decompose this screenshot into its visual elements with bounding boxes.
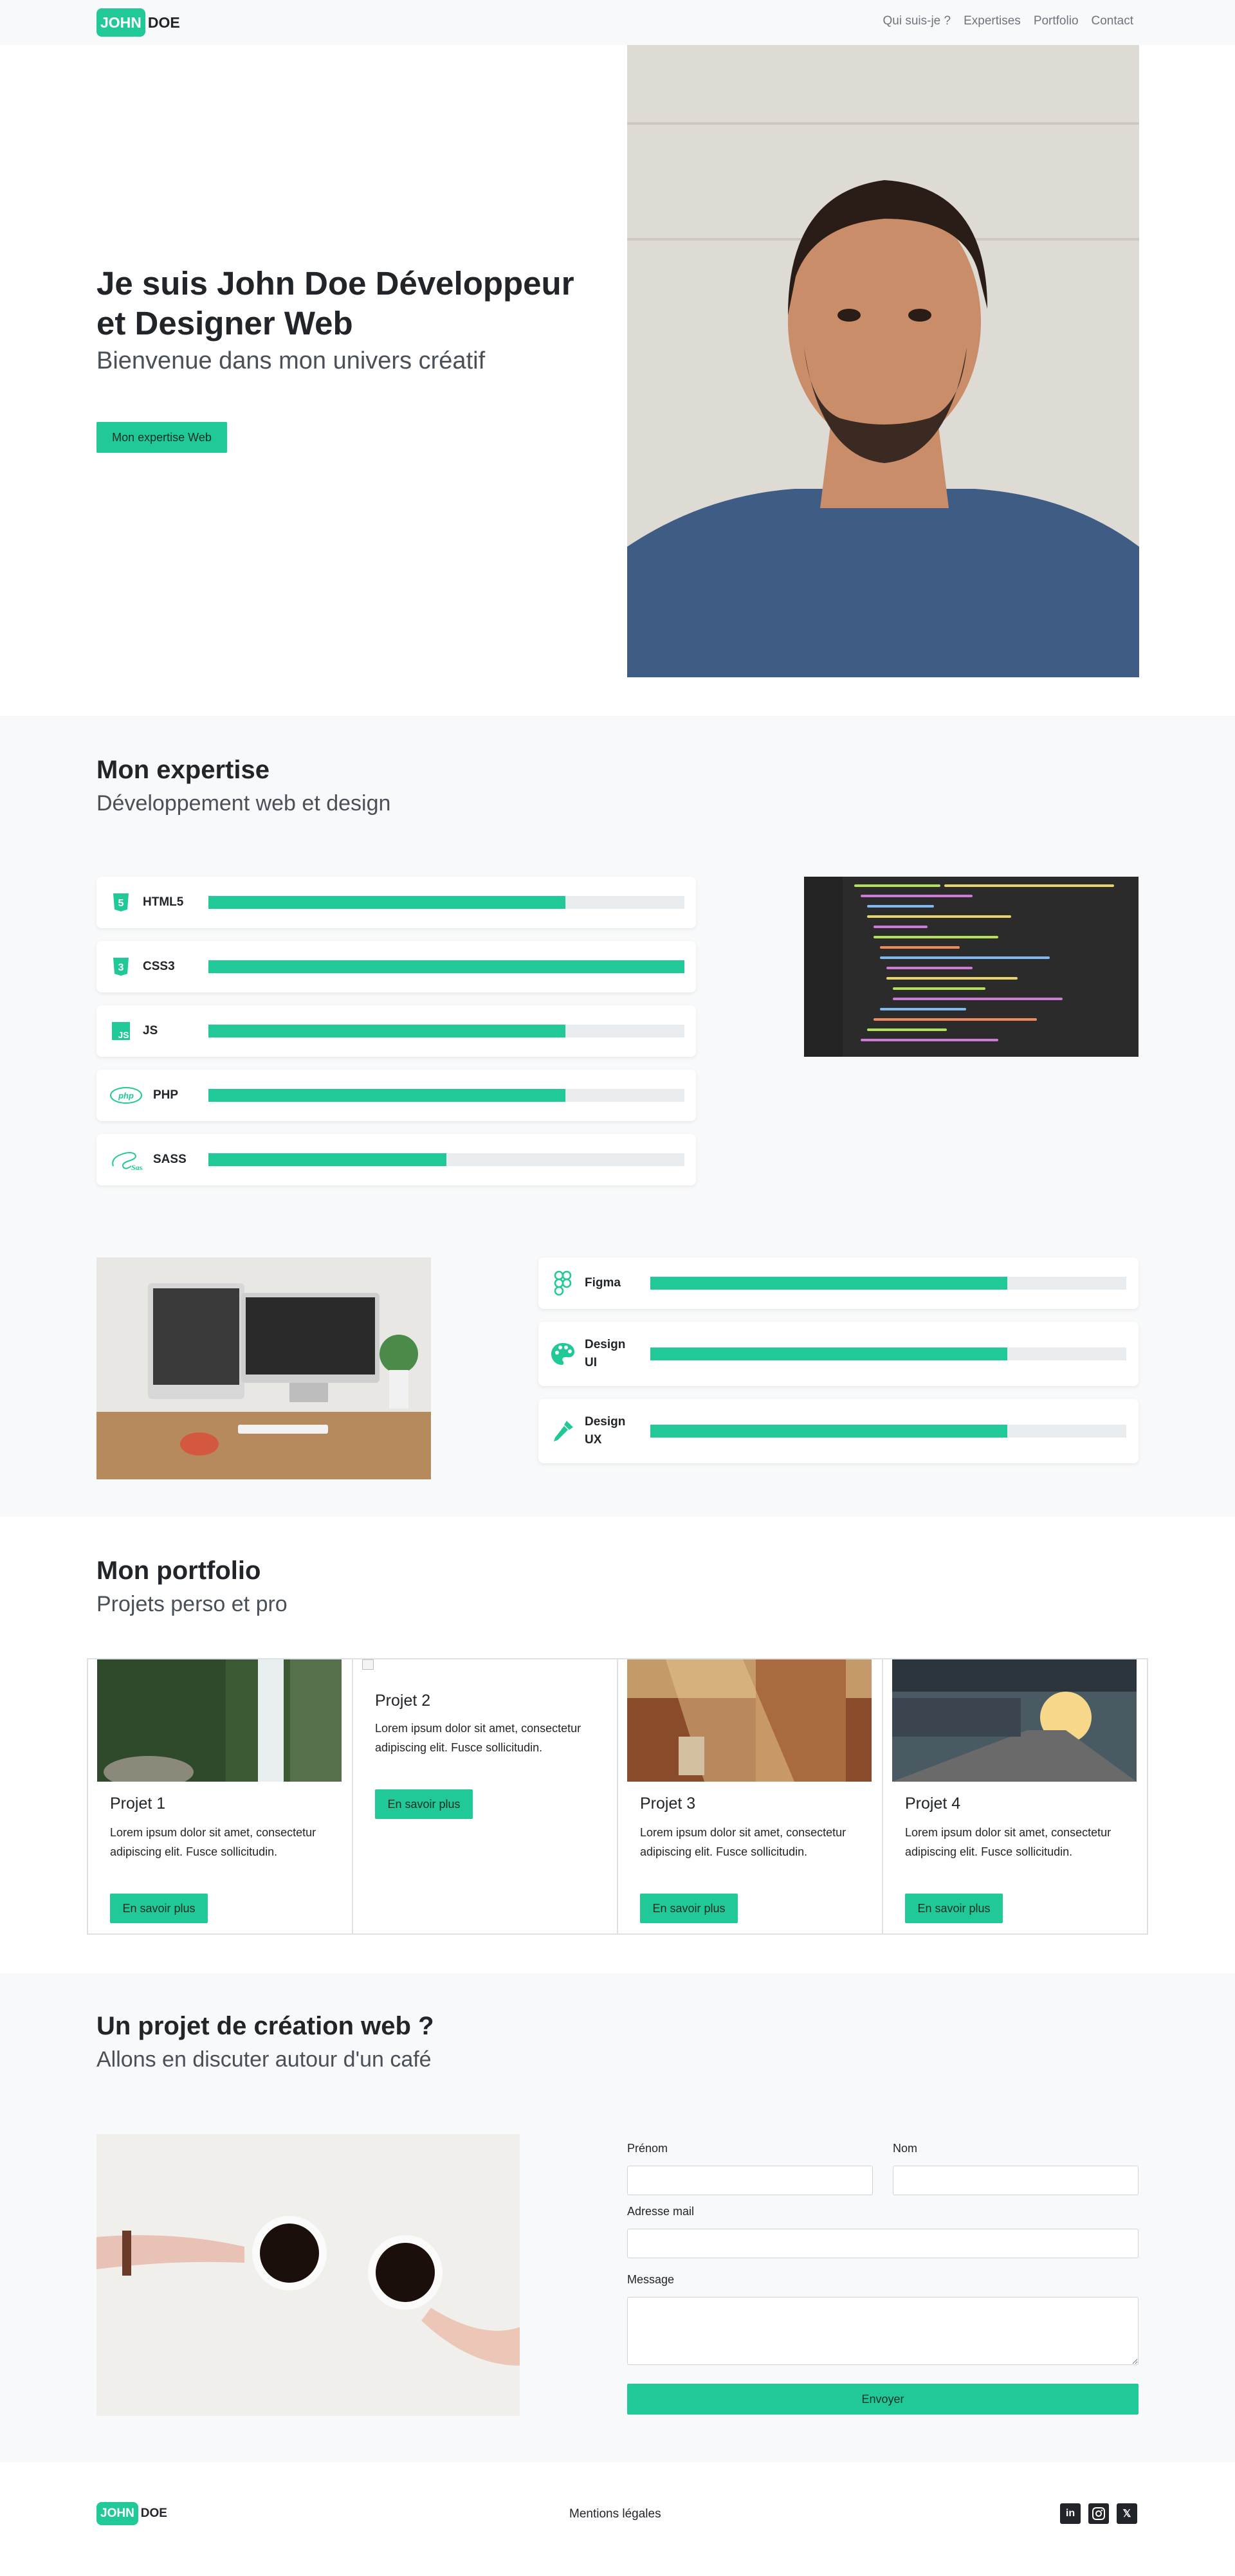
project-card-1: Projet 1 Lorem ipsum dolor sit amet, con… [87, 1658, 353, 1935]
message-field[interactable] [627, 2297, 1139, 2365]
project-title: Projet 1 [110, 1795, 166, 1813]
project-more-button[interactable]: En savoir plus [640, 1894, 738, 1923]
logo-last: DOE [140, 2507, 167, 2520]
send-button[interactable]: Envoyer [627, 2384, 1139, 2415]
skill-name: JS [143, 1024, 158, 1037]
message-label: Message [627, 2273, 675, 2286]
skill-name: CSS3 [143, 960, 175, 973]
logo-first: JOHN [96, 2502, 138, 2525]
expertise-section: Mon expertise Développement web et desig… [0, 716, 1235, 1517]
skill-card-css3: 3 CSS3 [96, 941, 696, 992]
linkedin-icon[interactable]: in [1060, 2503, 1081, 2524]
footer-logo[interactable]: JOHN DOE [96, 2502, 167, 2525]
skill-name: Design UI [585, 1338, 626, 1369]
skill-card-design-ux: Design UX [538, 1399, 1139, 1463]
email-field[interactable] [627, 2229, 1139, 2258]
project-card-4: Projet 4 Lorem ipsum dolor sit amet, con… [882, 1658, 1148, 1935]
skill-card-html5: 5 HTML5 [96, 877, 696, 928]
skill-name: Figma [585, 1276, 621, 1290]
logo-first: JOHN [96, 8, 145, 37]
svg-text:php: php [118, 1091, 134, 1101]
skill-progress-bar [208, 896, 684, 909]
project-more-button[interactable]: En savoir plus [905, 1894, 1003, 1923]
first-name-field[interactable] [627, 2166, 873, 2195]
project-title: Projet 4 [905, 1795, 961, 1813]
project-description: Lorem ipsum dolor sit amet, consectetur … [110, 1826, 316, 1858]
svg-text:5: 5 [118, 898, 124, 909]
palette-icon [550, 1341, 576, 1367]
skill-card-figma: Figma [538, 1257, 1139, 1309]
project-title: Projet 3 [640, 1795, 696, 1813]
skill-progress-bar [208, 1025, 684, 1037]
skill-card-php: php PHP [96, 1070, 696, 1121]
skill-card-sass: Sass SASS [96, 1134, 696, 1185]
nav-item-expertises[interactable]: Expertises [964, 14, 1021, 28]
svg-text:JS: JS [118, 1030, 129, 1040]
sass-icon: Sass [108, 1147, 144, 1173]
skill-name: SASS [153, 1153, 187, 1166]
portfolio-title: Mon portfolio [96, 1557, 261, 1585]
project-card-2: Projet 2 Lorem ipsum dolor sit amet, con… [352, 1658, 618, 1935]
skill-progress-bar [208, 1153, 684, 1166]
contact-section: Un projet de création web ? Allons en di… [0, 1973, 1235, 2462]
nav-item-contact[interactable]: Contact [1092, 14, 1133, 28]
css3-icon: 3 [108, 954, 134, 980]
contact-subtitle: Allons en discuter autour d'un café [96, 2047, 432, 2072]
hero-expertise-button[interactable]: Mon expertise Web [96, 422, 227, 453]
email-label: Adresse mail [627, 2205, 695, 2218]
svg-text:3: 3 [118, 962, 124, 973]
project-description: Lorem ipsum dolor sit amet, consectetur … [905, 1826, 1112, 1858]
skill-progress-bar [650, 1425, 1126, 1438]
contact-title: Un projet de création web ? [96, 2012, 434, 2040]
project-card-3: Projet 3 Lorem ipsum dolor sit amet, con… [617, 1658, 883, 1935]
sunlit-room-image [627, 1659, 872, 1782]
logo[interactable]: JOHN DOE [96, 8, 180, 37]
project-description: Lorem ipsum dolor sit amet, consectetur … [375, 1722, 581, 1754]
first-name-label: Prénom [627, 2142, 668, 2155]
skill-progress-bar [650, 1277, 1126, 1290]
skill-progress-bar [208, 960, 684, 973]
svg-text:Sass: Sass [131, 1163, 143, 1172]
portfolio-subtitle: Projets perso et pro [96, 1592, 288, 1616]
project-title: Projet 2 [375, 1692, 431, 1710]
skill-progress-bar [208, 1089, 684, 1102]
nav-item-about[interactable]: Qui suis-je ? [883, 14, 951, 28]
x-icon[interactable]: 𝕏 [1117, 2503, 1137, 2524]
js-icon: JS [108, 1018, 134, 1044]
skill-card-design-ui: Design UI [538, 1322, 1139, 1386]
code-editor-image [804, 877, 1139, 1057]
nav-item-portfolio[interactable]: Portfolio [1034, 14, 1079, 28]
waterfall-image [97, 1659, 342, 1788]
hero-portrait-photo [627, 45, 1139, 677]
instagram-icon[interactable] [1088, 2503, 1109, 2524]
expertise-subtitle: Développement web et design [96, 791, 391, 816]
php-icon: php [108, 1082, 144, 1108]
hero-subtitle: Bienvenue dans mon univers créatif [96, 347, 486, 374]
navbar: JOHN DOE Qui suis-je ? Expertises Portfo… [0, 0, 1235, 45]
skill-name: HTML5 [143, 895, 184, 909]
skill-progress-bar [650, 1347, 1126, 1360]
train-station-image [892, 1659, 1137, 1782]
skill-name: Design UX [585, 1415, 626, 1447]
desk-workspace-image [96, 1257, 431, 1479]
figma-icon [550, 1270, 576, 1296]
pipette-icon [550, 1418, 576, 1444]
coffee-cups-image [96, 2134, 520, 2416]
logo-last: DOE [147, 14, 180, 31]
project-description: Lorem ipsum dolor sit amet, consectetur … [640, 1826, 846, 1858]
project-more-button[interactable]: En savoir plus [110, 1894, 208, 1923]
skill-name: PHP [153, 1088, 179, 1102]
html5-icon: 5 [108, 890, 134, 915]
nav-links: Qui suis-je ? Expertises Portfolio Conta… [883, 14, 1134, 28]
hero-title: Je suis John Doe Développeur et Designer… [96, 265, 574, 342]
legal-link[interactable]: Mentions légales [569, 2507, 661, 2521]
last-name-field[interactable] [893, 2166, 1139, 2195]
skill-card-js: JS JS [96, 1005, 696, 1057]
footer: JOHN DOE Mentions légales in 𝕏 [0, 2462, 1235, 2576]
broken-image-icon [362, 1659, 374, 1670]
project-more-button[interactable]: En savoir plus [375, 1789, 473, 1819]
expertise-title: Mon expertise [96, 756, 270, 784]
last-name-label: Nom [893, 2142, 918, 2155]
